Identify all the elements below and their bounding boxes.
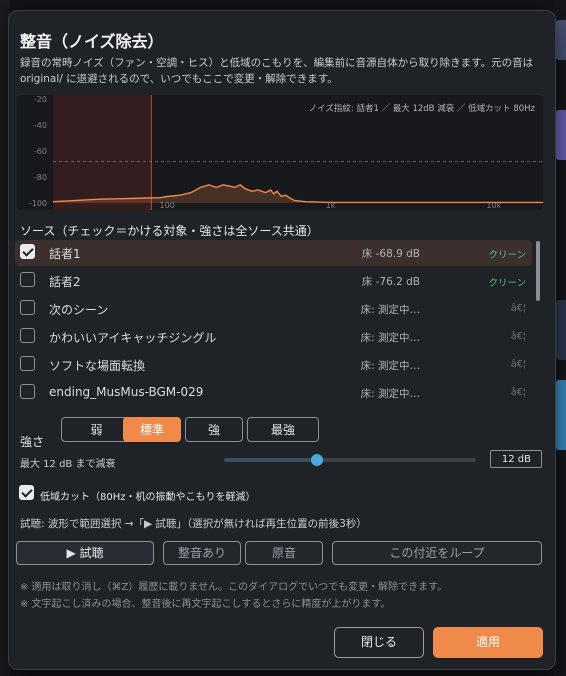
source-name: 次のシーン	[49, 303, 109, 317]
y-tick-label: -100	[29, 199, 47, 208]
y-tick-label: -20	[34, 95, 47, 104]
sources-heading: ソース（チェック＝かける対象・強さは全ソース共通）	[20, 224, 319, 238]
preview-processed-button[interactable]: 整音あり	[163, 541, 241, 565]
background-clip	[556, 20, 566, 60]
attenuation-slider-knob[interactable]	[311, 454, 324, 466]
preview-hint: 試聴: 波形で範囲選択 →「▶ 試聴」（選択が無ければ再生位置の前後3秒）	[20, 518, 367, 530]
source-name: ソフトな場面転換	[49, 359, 146, 373]
source-status: â€¦	[510, 303, 526, 314]
source-status: â€¦	[510, 387, 526, 398]
source-row[interactable]: ソフトな場面転換 床: 測定中… â€¦	[15, 352, 532, 378]
lowcut-label: 低域カット（80Hz・机の振動やこもりを軽減）	[40, 492, 256, 503]
spectrum-chart: -20 -40 -60 -80 -100 100 1k 10k ノイズ指紋: 話者1 ／ 最大 …	[17, 95, 543, 210]
source-noise-floor: 床: 測定中…	[360, 360, 420, 372]
source-name: かわいいアイキャッチジングル	[49, 331, 217, 345]
source-checkbox[interactable]	[20, 384, 35, 399]
source-status: クリーン	[488, 250, 526, 261]
strength-max-button[interactable]: 最強	[247, 417, 319, 442]
source-row[interactable]: 話者1 床 -68.9 dB クリーン	[15, 240, 532, 266]
source-status: â€¦	[510, 331, 526, 342]
source-row[interactable]: 話者2 床 -76.2 dB クリーン	[15, 268, 532, 294]
source-checkbox[interactable]	[20, 300, 35, 315]
source-list-scrollbar[interactable]	[536, 241, 540, 301]
preview-play-button[interactable]: ▶ 試聴	[16, 541, 154, 565]
source-noise-floor: 床: 測定中…	[360, 304, 420, 316]
source-noise-floor: 床: 測定中…	[360, 332, 420, 344]
note-undo: ※ 適用は取り消し（⌘Z）履歴に載りません。このダイアログでいつでも変更・解除で…	[20, 582, 448, 593]
lowcut-region	[53, 95, 152, 210]
source-name: 話者2	[49, 275, 81, 289]
source-checkbox[interactable]	[20, 272, 35, 287]
source-noise-floor: 床: 測定中…	[360, 388, 420, 400]
dialog-title: 整音（ノイズ除去）	[20, 32, 164, 51]
source-name: ending_MusMus-BGM-029	[49, 385, 204, 399]
spectrum-info: ノイズ指紋: 話者1 ／ 最大 12dB 減衰 ／ 低域カット 80Hz	[309, 103, 536, 114]
y-tick-label: -80	[34, 173, 47, 182]
note-transcript: ※ 文字起こし済みの場合、整音後に再文字起こしするとさらに精度が上がります。	[20, 599, 391, 610]
close-button[interactable]: 閉じる	[334, 627, 424, 658]
source-status: â€¦	[510, 359, 526, 370]
strength-weak-button[interactable]: 弱	[61, 417, 132, 442]
background-clip	[556, 110, 566, 160]
source-noise-floor: 床 -68.9 dB	[361, 248, 420, 260]
spectrum-svg: -20-40-60-80-100 100 1k 10kノイズ指紋: 話者1 ／ 最大 …	[29, 95, 543, 210]
y-tick-label: -60	[34, 147, 47, 156]
max-attenuation-label: 最大 12 dB まで減衰	[20, 459, 116, 470]
attenuation-slider-fill	[224, 458, 318, 462]
attenuation-slider[interactable]	[224, 454, 476, 466]
source-name: 話者1	[49, 247, 81, 261]
source-noise-floor: 床 -76.2 dB	[361, 276, 420, 288]
strength-strong-button[interactable]: 強	[185, 417, 243, 442]
source-checkbox[interactable]	[20, 328, 35, 343]
noise-reduction-dialog: 整音（ノイズ除去） 録音の常時ノイズ（ファン・空調・ヒス）と低域のこもりを、編集…	[8, 10, 556, 670]
strength-label: 強さ	[20, 435, 45, 449]
strength-standard-button[interactable]: 標準	[123, 417, 181, 442]
lowcut-checkbox[interactable]	[19, 485, 34, 500]
y-tick-label: -40	[34, 121, 47, 130]
source-row[interactable]: ending_MusMus-BGM-029 床: 測定中… â€¦	[15, 380, 532, 406]
attenuation-value-field[interactable]: 12 dB	[490, 450, 542, 468]
source-checkbox[interactable]	[20, 356, 35, 371]
source-row[interactable]: 次のシーン 床: 測定中… â€¦	[15, 296, 532, 322]
background-clip	[556, 300, 566, 360]
preview-loop-button[interactable]: この付近をループ	[332, 541, 542, 565]
preview-original-button[interactable]: 原音	[245, 541, 323, 565]
source-list: 話者1 床 -68.9 dB クリーン 話者2 床 -76.2 dB クリーン …	[15, 240, 539, 410]
background-clip	[556, 380, 566, 450]
source-status: クリーン	[488, 278, 526, 289]
apply-button[interactable]: 適用	[433, 627, 543, 658]
source-checkbox[interactable]	[20, 244, 35, 259]
dialog-description: 録音の常時ノイズ（ファン・空調・ヒス）と低域のこもりを、編集前に音源自体から取り…	[20, 57, 534, 85]
source-row[interactable]: かわいいアイキャッチジングル 床: 測定中… â€¦	[15, 324, 532, 350]
